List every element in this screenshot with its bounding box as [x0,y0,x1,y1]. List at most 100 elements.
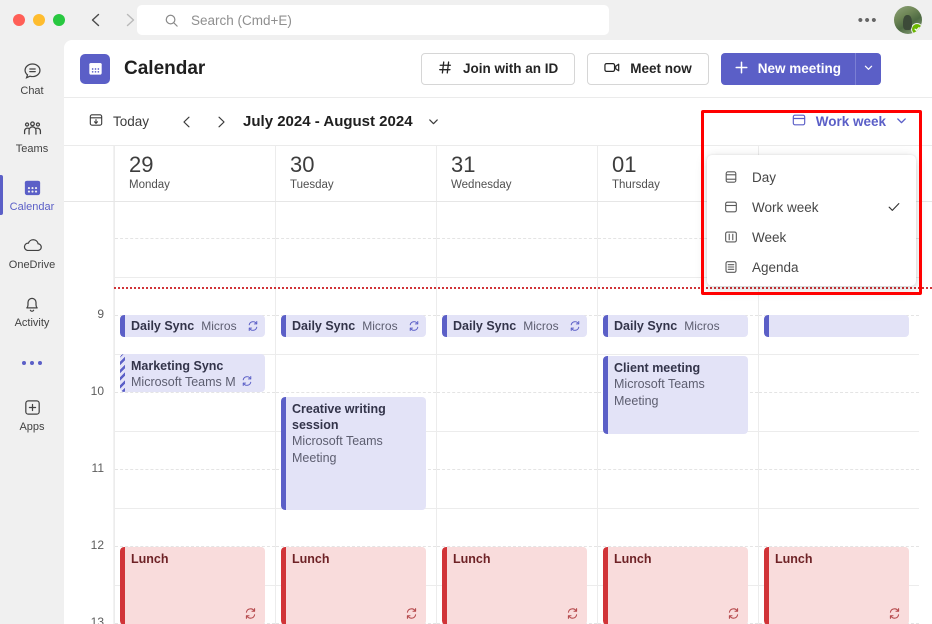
sidebar-item-chat[interactable]: Chat [0,50,64,108]
video-icon [604,61,620,77]
event-daily-sync[interactable]: Daily Sync Micros [120,315,265,337]
previous-period-button[interactable] [175,110,199,134]
apps-plus-icon [22,396,43,418]
event-daily-sync[interactable]: Daily Sync Micros [603,315,748,337]
event-title: Lunch [292,551,420,567]
day-weekday: Tuesday [290,179,436,191]
hour-label: 10 [91,384,104,398]
chevron-down-icon [863,61,874,76]
event-daily-sync[interactable] [764,315,909,337]
sidebar-item-apps[interactable]: Apps [0,386,64,444]
event-lunch[interactable]: Lunch [120,547,265,624]
new-meeting-label: New meeting [758,61,841,76]
date-range-picker[interactable]: July 2024 - August 2024 [243,113,440,130]
day-column-1[interactable]: Daily Sync Micros Creative w [275,202,436,624]
sidebar-item-calendar[interactable]: Calendar [0,166,64,224]
sidebar-item-onedrive[interactable]: OneDrive [0,224,64,282]
event-accent-bar [281,547,286,624]
event-lunch[interactable]: Lunch [603,547,748,624]
title-bar: Search (Cmd+E) ••• [0,0,932,40]
menu-item-label: Work week [752,200,819,215]
avatar[interactable] [894,6,922,34]
more-dots-icon[interactable] [0,340,64,386]
minimize-window-button[interactable] [33,14,45,26]
chevron-down-icon [895,114,908,130]
event-lunch[interactable]: Lunch [281,547,426,624]
bell-icon [22,292,42,314]
menu-item-week[interactable]: Week [707,222,916,252]
day-column-0[interactable]: Daily Sync Micros Marketing [114,202,275,624]
menu-item-label: Day [752,170,776,185]
event-accent-bar [442,315,447,337]
event-title: Creative writing session [292,401,420,433]
calendar-toolbar: Today July 2024 - August 2024 [64,98,932,146]
event-title: Lunch [614,551,742,567]
event-title: Client meeting [614,360,742,376]
header-action-buttons: Join with an ID Meet now [421,53,881,85]
event-daily-sync[interactable]: Daily Sync Micros [442,315,587,337]
event-title: Daily Sync [453,318,516,334]
event-accent-bar [764,547,769,624]
event-lunch[interactable]: Lunch [764,547,909,624]
search-icon [164,13,179,28]
hour-label: 11 [92,461,104,475]
day-number: 31 [451,152,597,178]
meet-now-label: Meet now [630,61,692,76]
close-window-button[interactable] [13,14,25,26]
event-title: Marketing Sync [131,358,259,374]
day-header-2[interactable]: 31 Wednesday [436,146,597,201]
event-accent-bar [281,397,286,510]
event-subtitle: Microsoft Teams Meeting [292,433,420,467]
teams-icon [21,118,44,140]
join-with-an-id-button[interactable]: Join with an ID [421,53,575,85]
maximize-window-button[interactable] [53,14,65,26]
event-accent-bar [442,547,447,624]
current-time-indicator [114,287,932,289]
meet-now-button[interactable]: Meet now [587,53,709,85]
calendar-app-icon [80,54,110,84]
back-icon[interactable] [87,11,105,29]
event-daily-sync[interactable]: Daily Sync Micros [281,315,426,337]
view-picker-button[interactable]: Work week [791,112,908,131]
event-title: Daily Sync [614,318,677,334]
event-subtitle: Micros [362,318,397,335]
menu-item-day[interactable]: Day [707,162,916,192]
day-weekday: Monday [129,179,275,191]
new-meeting-caret-button[interactable] [855,53,881,85]
view-picker-menu: Day Work week Week [707,155,916,286]
recurring-icon [408,320,420,332]
day-header-1[interactable]: 30 Tuesday [275,146,436,201]
event-creative-writing-session[interactable]: Creative writing session Microsoft Teams… [281,397,426,510]
event-client-meeting[interactable]: Client meeting Microsoft Teams Meeting [603,356,748,434]
sidebar-item-teams[interactable]: Teams [0,108,64,166]
plus-icon [733,59,750,79]
hour-gutter: 9 10 11 12 13 [64,202,114,624]
hash-icon [438,60,453,78]
menu-item-agenda[interactable]: Agenda [707,252,916,282]
sidebar-item-activity[interactable]: Activity [0,282,64,340]
event-lunch[interactable]: Lunch [442,547,587,624]
event-accent-bar-tentative [120,354,125,392]
sidebar-label-chat: Chat [20,85,43,98]
date-navigation [175,110,233,134]
sidebar-label-teams: Teams [16,143,48,156]
presence-available-icon [911,23,922,34]
recurring-icon [244,607,257,620]
header-gutter [64,146,114,201]
checkmark-icon [886,199,902,215]
titlebar-more-button[interactable]: ••• [854,12,882,29]
recurring-icon [247,320,259,332]
day-header-0[interactable]: 29 Monday [114,146,275,201]
window-traffic-lights [13,14,65,26]
new-meeting-button[interactable]: New meeting [721,53,855,85]
today-button[interactable]: Today [88,112,149,131]
event-marketing-sync[interactable]: Marketing Sync Microsoft Teams M [120,354,265,392]
cloud-icon [21,234,44,256]
teams-calendar-window: Search (Cmd+E) ••• Chat [0,0,932,624]
menu-item-work-week[interactable]: Work week [707,192,916,222]
next-period-button[interactable] [209,110,233,134]
search-bar[interactable]: Search (Cmd+E) [137,5,609,35]
sidebar-label-onedrive: OneDrive [9,259,55,272]
day-column-2[interactable]: Daily Sync Micros Lunch [436,202,597,624]
chat-icon [22,60,43,82]
